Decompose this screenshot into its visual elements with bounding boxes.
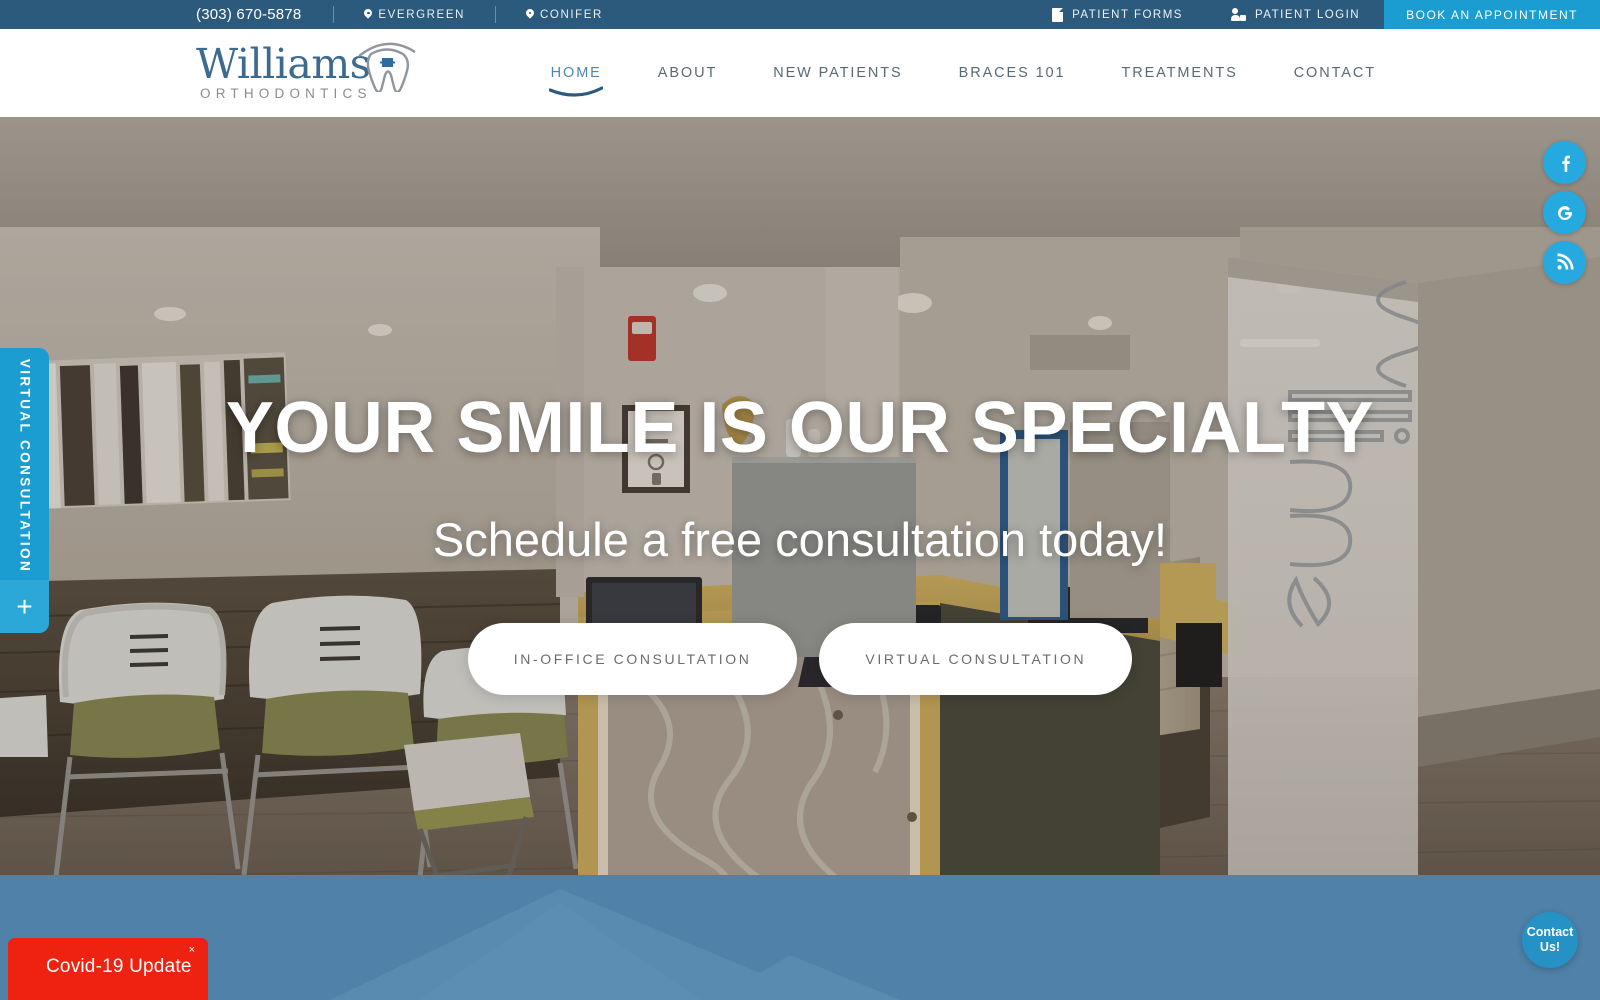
- rss-feed-icon: [1557, 253, 1574, 270]
- patient-login-label: PATIENT LOGIN: [1254, 8, 1361, 21]
- site-logo[interactable]: Williams ORTHODONTICS: [196, 42, 416, 104]
- contact-us-button[interactable]: Contact Us!: [1522, 912, 1578, 968]
- google-button[interactable]: [1543, 191, 1586, 234]
- nav-item-contact[interactable]: CONTACT: [1266, 58, 1404, 88]
- hero-subtitle: Schedule a free consultation today!: [432, 513, 1168, 566]
- in-office-consultation-button[interactable]: IN-OFFICE CONSULTATION: [467, 623, 798, 695]
- nav-item-home[interactable]: HOME: [523, 58, 630, 97]
- patient-forms-label: PATIENT FORMS: [1072, 8, 1183, 21]
- virtual-consultation-tab-label: VIRTUAL CONSULTATION: [17, 358, 32, 574]
- virtual-consultation-tab[interactable]: VIRTUAL CONSULTATION +: [0, 348, 49, 633]
- map-pin-icon: [364, 9, 372, 20]
- nav-item-about[interactable]: ABOUT: [630, 58, 745, 88]
- facebook-button[interactable]: [1543, 141, 1586, 184]
- facebook-icon: [1561, 155, 1570, 172]
- topbar-left-group: (303) 670-5878 EVERGREEN CONIFER: [196, 0, 633, 29]
- rss-feed-button[interactable]: [1543, 241, 1586, 284]
- document-icon: [1052, 7, 1064, 22]
- tooth-with-braces-icon: [358, 42, 416, 92]
- nav-item-braces-101[interactable]: BRACES 101: [931, 58, 1094, 88]
- site-header: Williams ORTHODONTICS HOME ABOUT NEW PAT…: [0, 29, 1600, 117]
- close-icon[interactable]: ×: [189, 945, 195, 956]
- top-utility-bar: (303) 670-5878 EVERGREEN CONIFER PATIENT…: [0, 0, 1600, 29]
- covid-update-label: Covid-19 Update: [46, 956, 192, 977]
- book-appointment-button[interactable]: BOOK AN APPOINTMENT: [1384, 0, 1600, 29]
- contact-us-line2: Us!: [1539, 940, 1561, 954]
- topbar-right-group: PATIENT FORMS PATIENT LOGIN BOOK AN APPO…: [1028, 0, 1600, 29]
- nav-item-home-label: HOME: [550, 65, 602, 81]
- main-navigation: HOME ABOUT NEW PATIENTS BRACES 101 TREAT…: [523, 58, 1404, 97]
- hero-button-group: IN-OFFICE CONSULTATION VIRTUAL CONSULTAT…: [467, 623, 1133, 695]
- google-icon: [1557, 205, 1572, 220]
- phone-number[interactable]: (303) 670-5878: [196, 6, 333, 23]
- map-pin-icon: [526, 9, 534, 20]
- user-login-icon: [1230, 8, 1246, 21]
- contact-us-line1: Contact: [1526, 925, 1574, 939]
- location-evergreen-label: EVERGREEN: [378, 8, 466, 21]
- bottom-band: [0, 875, 1600, 1000]
- nav-item-new-patients[interactable]: NEW PATIENTS: [745, 58, 930, 88]
- nav-item-treatments[interactable]: TREATMENTS: [1093, 58, 1265, 88]
- patient-forms-link[interactable]: PATIENT FORMS: [1028, 0, 1207, 29]
- plus-icon[interactable]: +: [0, 580, 49, 633]
- hero-title: YOUR SMILE IS OUR SPECIALTY: [225, 388, 1375, 468]
- active-nav-swoosh-icon: [549, 86, 604, 97]
- mountain-silhouette-graphic: [330, 889, 900, 1000]
- hero-content: YOUR SMILE IS OUR SPECIALTY Schedule a f…: [0, 117, 1600, 875]
- virtual-consultation-button[interactable]: VIRTUAL CONSULTATION: [819, 623, 1133, 695]
- social-media-rail: [1543, 141, 1586, 284]
- location-conifer-label: CONIFER: [540, 8, 603, 21]
- covid-update-banner[interactable]: × Covid-19 Update: [8, 938, 208, 1000]
- location-evergreen[interactable]: EVERGREEN: [334, 9, 495, 21]
- patient-login-link[interactable]: PATIENT LOGIN: [1207, 0, 1384, 29]
- hero-section: YOUR SMILE IS OUR SPECIALTY Schedule a f…: [0, 117, 1600, 875]
- page-root: YOUR SMILE IS OUR SPECIALTY Schedule a f…: [0, 0, 1600, 1000]
- location-conifer[interactable]: CONIFER: [496, 9, 633, 21]
